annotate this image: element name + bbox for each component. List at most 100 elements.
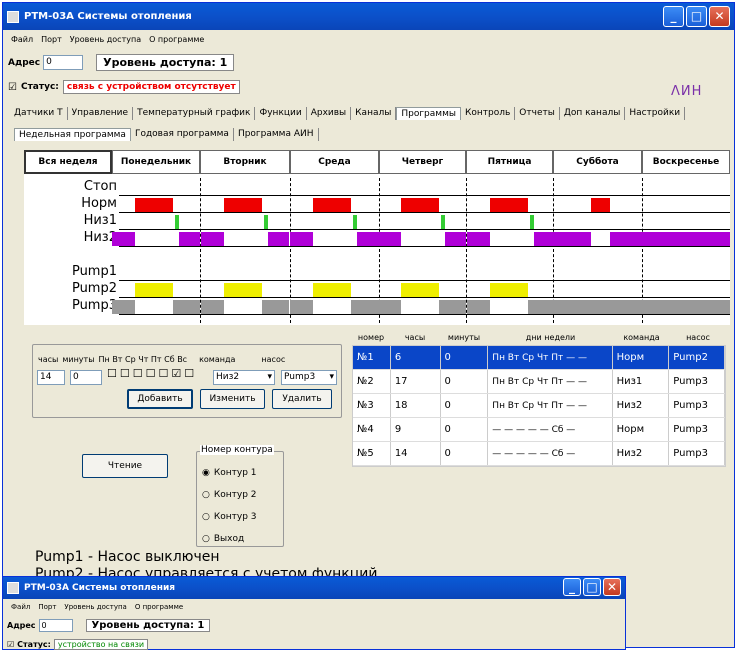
app-icon (7, 10, 19, 23)
table-cell: 0 (441, 346, 489, 369)
tab-7[interactable]: Контроль (461, 107, 516, 120)
menu-access[interactable]: Уровень доступа (70, 35, 141, 44)
status-checkbox[interactable]: ☑ (7, 640, 14, 649)
bar-niz1 (175, 215, 179, 229)
title-bar: РТМ-03А Системы отопления _ □ ✕ (3, 3, 734, 30)
subtab-0[interactable]: Недельная программа (14, 128, 131, 141)
status-label: Статус: (20, 82, 59, 92)
table-cell: 0 (441, 394, 489, 417)
maximize-button[interactable]: □ (686, 6, 707, 27)
day-checkbox-2[interactable]: ☐ (133, 368, 143, 379)
table-cell: Пн Вт Ср Чт Пт — — (488, 370, 613, 393)
bar-pump3 (173, 300, 200, 314)
table-row[interactable]: №1 6 0 Пн Вт Ср Чт Пт — — Норм Pump2 (353, 346, 725, 370)
maximize-button[interactable]: □ (583, 578, 601, 596)
menu-file[interactable]: Файл (11, 35, 33, 44)
menu-port[interactable]: Порт (41, 35, 62, 44)
table-cell: 0 (441, 442, 489, 465)
minimize-button[interactable]: _ (663, 6, 684, 27)
table-cell: Низ1 (613, 370, 670, 393)
read-button[interactable]: Чтение (82, 454, 168, 478)
subtab-1[interactable]: Годовая программа (131, 128, 234, 141)
menu-access[interactable]: Уровень доступа (64, 603, 126, 611)
table-row[interactable]: №5 14 0— — — — — Сб — Низ2 Pump3 (353, 442, 725, 466)
add-button[interactable]: Добавить (127, 389, 193, 409)
menu-about[interactable]: О программе (135, 603, 183, 611)
table-cell: Pump3 (669, 370, 725, 393)
day-checkbox-5[interactable]: ☑ (171, 368, 181, 379)
menu-port[interactable]: Порт (38, 603, 56, 611)
day-header-1[interactable]: Понедельник (112, 150, 200, 174)
bar-pump3 (439, 300, 467, 314)
close-button[interactable]: ✕ (603, 578, 621, 596)
table-cell: 0 (441, 418, 489, 441)
access-level: Уровень доступа: 1 (85, 619, 211, 632)
tab-4[interactable]: Архивы (307, 107, 352, 120)
tab-10[interactable]: Настройки (625, 107, 686, 120)
contour-option-label: Контур 3 (213, 512, 257, 522)
day-checkbox-6[interactable]: ☐ (184, 368, 194, 379)
tab-0[interactable]: Датчики Т (10, 107, 68, 120)
table-row[interactable]: №2 17 0 Пн Вт Ср Чт Пт — — Низ1 Pump3 (353, 370, 725, 394)
day-header-0[interactable]: Вся неделя (24, 150, 112, 174)
table-row[interactable]: №3 18 0 Пн Вт Ср Чт Пт — — Низ2 Pump3 (353, 394, 725, 418)
bar-niz1 (530, 215, 535, 229)
contour-radio-2[interactable]: ○ Контур 3 (202, 506, 257, 528)
radio-icon: ◉ (202, 468, 210, 478)
minimize-button[interactable]: _ (563, 578, 581, 596)
table-cell: 17 (391, 370, 441, 393)
day-header-3[interactable]: Среда (290, 150, 379, 174)
row-label-Pump1: Pump1 (71, 264, 117, 279)
tab-9[interactable]: Доп каналы (560, 107, 626, 120)
tab-8[interactable]: Отчеты (515, 107, 560, 120)
table-cell: 14 (391, 442, 441, 465)
table-cell: №1 (353, 346, 391, 369)
menu-file[interactable]: Файл (11, 603, 30, 611)
address-input[interactable]: 0 (38, 619, 73, 632)
table-cell: 0 (441, 370, 489, 393)
pump-select[interactable]: Pump3 ▾ (281, 370, 337, 385)
table-row[interactable]: №4 9 0— — — — — Сб — Норм Pump3 (353, 418, 725, 442)
bar-niz2 (378, 232, 402, 246)
contour-radio-0[interactable]: ◉ Контур 1 (202, 462, 257, 484)
table-cell: Pump3 (669, 394, 725, 417)
minutes-input[interactable]: 0 (70, 370, 102, 385)
delete-button[interactable]: Удалить (272, 389, 332, 409)
tab-3[interactable]: Функции (255, 107, 307, 120)
contour-radio-1[interactable]: ○ Контур 2 (202, 484, 257, 506)
command-select[interactable]: Низ2 ▾ (213, 370, 275, 385)
tab-5[interactable]: Каналы (351, 107, 397, 120)
edit-button[interactable]: Изменить (200, 389, 265, 409)
day-checkbox-3[interactable]: ☐ (146, 368, 156, 379)
hours-input[interactable]: 14 (37, 370, 65, 385)
command-value: Низ2 (216, 372, 240, 382)
close-button[interactable]: ✕ (709, 6, 730, 27)
second-window: РТМ-03А Системы отопления _ □ ✕ Файл Пор… (2, 576, 626, 650)
tab-6[interactable]: Программы (396, 107, 461, 120)
bar-niz2 (200, 232, 224, 246)
day-header-5[interactable]: Пятница (466, 150, 553, 174)
day-header-7[interactable]: Воскресенье (642, 150, 730, 174)
day-checkbox-1[interactable]: ☐ (120, 368, 130, 379)
table-cell: №3 (353, 394, 391, 417)
address-input[interactable]: 0 (43, 55, 84, 70)
day-header-2[interactable]: Вторник (200, 150, 290, 174)
legend-line-1: Pump1 - Насос выключен (35, 549, 220, 565)
tab-1[interactable]: Управление (68, 107, 134, 120)
col-header-3: дни недели (525, 333, 576, 342)
logo: ΛИН (671, 84, 703, 99)
menu-about[interactable]: О программе (149, 35, 204, 44)
day-checkbox-4[interactable]: ☐ (159, 368, 169, 379)
row-line (119, 314, 730, 315)
contour-radio-3[interactable]: ○ Выход (202, 528, 257, 550)
day-header-6[interactable]: Суббота (553, 150, 642, 174)
tab-2[interactable]: Температурный график (133, 107, 256, 120)
col-header-1: часы (404, 333, 426, 342)
day-header-4[interactable]: Четверг (379, 150, 466, 174)
radio-icon: ○ (202, 512, 210, 522)
day-checkbox-0[interactable]: ☐ (107, 368, 117, 379)
contour-option-label: Выход (213, 534, 245, 544)
status-checkbox[interactable]: ☑ (8, 82, 17, 93)
row-line (119, 229, 730, 230)
subtab-2[interactable]: Программа АИН (234, 128, 319, 141)
